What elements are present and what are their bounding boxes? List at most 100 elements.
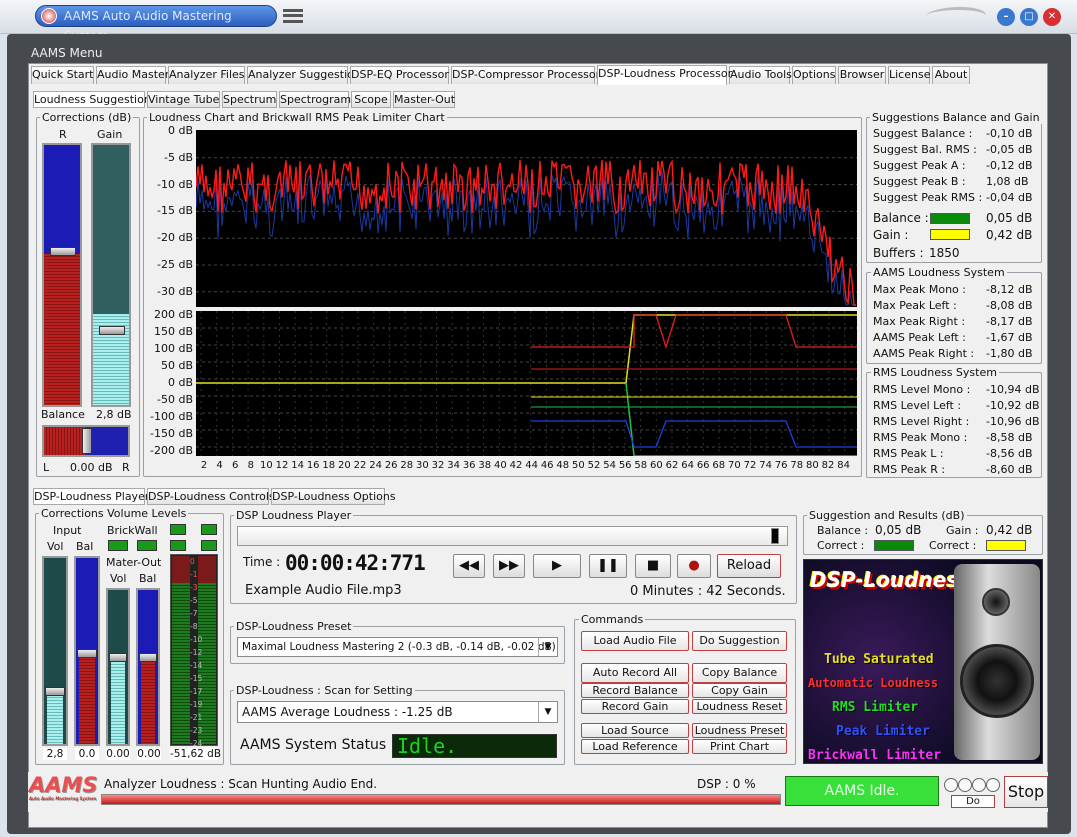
- reload-button[interactable]: Reload: [717, 554, 781, 578]
- banner-line-1: Automatic Loudness: [808, 676, 939, 690]
- balance-l-label: L: [43, 461, 50, 474]
- r-slider-thumb[interactable]: [50, 247, 76, 257]
- tab-2[interactable]: Analyzer Files: [168, 66, 245, 84]
- player-progress-track[interactable]: [237, 526, 788, 546]
- command-button-9[interactable]: Loudness Preset: [692, 723, 787, 738]
- command-button-5[interactable]: Copy Gain: [692, 683, 787, 698]
- stop-button[interactable]: ■: [635, 554, 671, 578]
- input-bal-meter[interactable]: [74, 556, 100, 746]
- gain-slider-thumb[interactable]: [99, 325, 125, 335]
- limiter-y-tick-8: -200 dB: [150, 444, 193, 457]
- subtab-0[interactable]: Loudness Suggestion: [33, 91, 151, 108]
- limiter-x-tick-26: 54: [603, 460, 616, 471]
- input-vol-thumb[interactable]: [45, 687, 65, 696]
- pause-button[interactable]: ❚❚: [589, 554, 627, 578]
- loudness-y-tick-6: -30 dB: [157, 284, 193, 298]
- limiter-x-tick-6: 14: [291, 460, 304, 471]
- balance-slider[interactable]: [42, 425, 130, 457]
- do-button[interactable]: Do: [951, 795, 995, 808]
- tab-10[interactable]: License: [888, 66, 930, 84]
- loudness-chart-title: Loudness Chart and Brickwall RMS Peak Li…: [147, 111, 447, 124]
- input-bal-label: Bal: [76, 540, 94, 553]
- subtab-5[interactable]: Master-Out: [393, 91, 455, 108]
- tab-0[interactable]: Quick Start: [31, 66, 94, 84]
- master-bal-meter[interactable]: [136, 588, 160, 746]
- limiter-x-tick-30: 62: [665, 460, 679, 471]
- materout-label: Mater-Out: [106, 556, 162, 569]
- meter-tick-14: -24: [190, 739, 203, 748]
- gain-meter[interactable]: [91, 143, 131, 407]
- status-circle-0: [944, 778, 958, 792]
- meter-tick-10: -17: [190, 687, 203, 696]
- play-button[interactable]: ▶: [533, 554, 581, 578]
- tab-7[interactable]: Audio Tools: [729, 66, 792, 84]
- tab-8[interactable]: Options: [792, 66, 836, 84]
- corrections-r-label: R: [59, 128, 67, 141]
- master-bal-thumb[interactable]: [139, 653, 157, 662]
- tab-9[interactable]: Browser: [838, 66, 886, 84]
- r-meter[interactable]: [42, 143, 82, 407]
- tab-5[interactable]: DSP-Compressor Processor: [451, 66, 600, 84]
- preset-select[interactable]: Maximal Loudness Mastering 2 (-0.3 dB, -…: [237, 637, 558, 657]
- tab-6[interactable]: DSP-Loudness Processor: [597, 65, 732, 85]
- pause-icon: ❚❚: [597, 558, 619, 573]
- preset-dropdown-icon[interactable]: ▼: [538, 638, 557, 656]
- subtab-4[interactable]: Scope: [351, 91, 391, 108]
- limiter-x-tick-18: 38: [478, 460, 492, 471]
- balance-r-label: R: [122, 461, 130, 474]
- close-button[interactable]: ✕: [1043, 8, 1061, 26]
- player-progress-thumb[interactable]: [770, 528, 779, 544]
- bottom-tab-1[interactable]: DSP-Loudness Controls: [147, 488, 275, 505]
- corrections-gain-label: Gain: [97, 128, 123, 141]
- input-bal-thumb[interactable]: [77, 649, 97, 658]
- menu-icon[interactable]: [283, 9, 303, 23]
- command-button-7[interactable]: Loudness Reset: [692, 699, 787, 714]
- results-balance-label: Balance :: [817, 524, 869, 537]
- materout-bal-label: Bal: [139, 572, 157, 585]
- results-balance-swatch: [874, 540, 914, 551]
- command-button-8[interactable]: Load Source: [581, 723, 689, 738]
- master-vol-meter[interactable]: [106, 588, 130, 746]
- loudness-chart-bg: [196, 130, 857, 307]
- suggest-value-0: -0,10 dB: [986, 127, 1033, 140]
- scan-select[interactable]: AAMS Average Loudness : -1.25 dB: [237, 701, 558, 723]
- tab-11[interactable]: About: [932, 66, 970, 84]
- suggest-label-4: Suggest Peak RMS :: [873, 191, 983, 204]
- subtab-3[interactable]: Spectrogram: [279, 91, 351, 108]
- record-button[interactable]: ●: [677, 554, 711, 578]
- command-button-11[interactable]: Print Chart: [692, 739, 787, 754]
- master-level-left-top: [172, 556, 190, 583]
- subtab-2[interactable]: Spectrum: [222, 91, 277, 108]
- input-vol-label: Vol: [47, 540, 64, 553]
- scan-dropdown-icon[interactable]: ▼: [538, 702, 557, 722]
- limiter-x-tick-32: 66: [696, 460, 710, 471]
- limiter-y-tick-7: -150 dB: [150, 427, 193, 440]
- command-button-3[interactable]: Copy Balance: [692, 663, 787, 683]
- maximize-button[interactable]: □: [1020, 8, 1038, 26]
- limiter-x-tick-19: 40: [494, 460, 507, 471]
- tab-3[interactable]: Analyzer Suggestion: [247, 66, 361, 84]
- limiter-x-tick-39: 80: [806, 460, 819, 471]
- bottom-tab-0[interactable]: DSP-Loudness Player: [33, 488, 149, 505]
- bottom-tab-2[interactable]: DSP-Loudness Options: [271, 488, 396, 505]
- subtab-1[interactable]: Vintage Tube: [147, 91, 220, 108]
- main-stop-button[interactable]: Stop: [1004, 776, 1048, 808]
- suggest-label-3: Suggest Peak B :: [873, 175, 966, 188]
- meter-tick-2: -3: [190, 583, 198, 592]
- command-button-4[interactable]: Record Balance: [581, 683, 689, 698]
- tab-4[interactable]: DSP-EQ Processor: [350, 66, 449, 84]
- master-vol-thumb[interactable]: [109, 653, 127, 662]
- minimize-button[interactable]: –: [997, 8, 1015, 26]
- status-progress: [101, 794, 781, 805]
- command-button-0[interactable]: Load Audio File: [581, 631, 689, 651]
- command-button-6[interactable]: Record Gain: [581, 699, 689, 714]
- command-button-1[interactable]: Do Suggestion: [692, 631, 787, 651]
- rms-value-3: -8,58 dB: [986, 431, 1033, 444]
- forward-button[interactable]: ▶▶: [493, 554, 525, 578]
- input-vol-meter[interactable]: [42, 556, 68, 746]
- tab-1[interactable]: Audio Master: [96, 66, 169, 84]
- balance-slider-thumb[interactable]: [82, 428, 92, 454]
- rewind-button[interactable]: ◀◀: [453, 554, 485, 578]
- command-button-10[interactable]: Load Reference: [581, 739, 689, 754]
- command-button-2[interactable]: Auto Record All: [581, 663, 689, 683]
